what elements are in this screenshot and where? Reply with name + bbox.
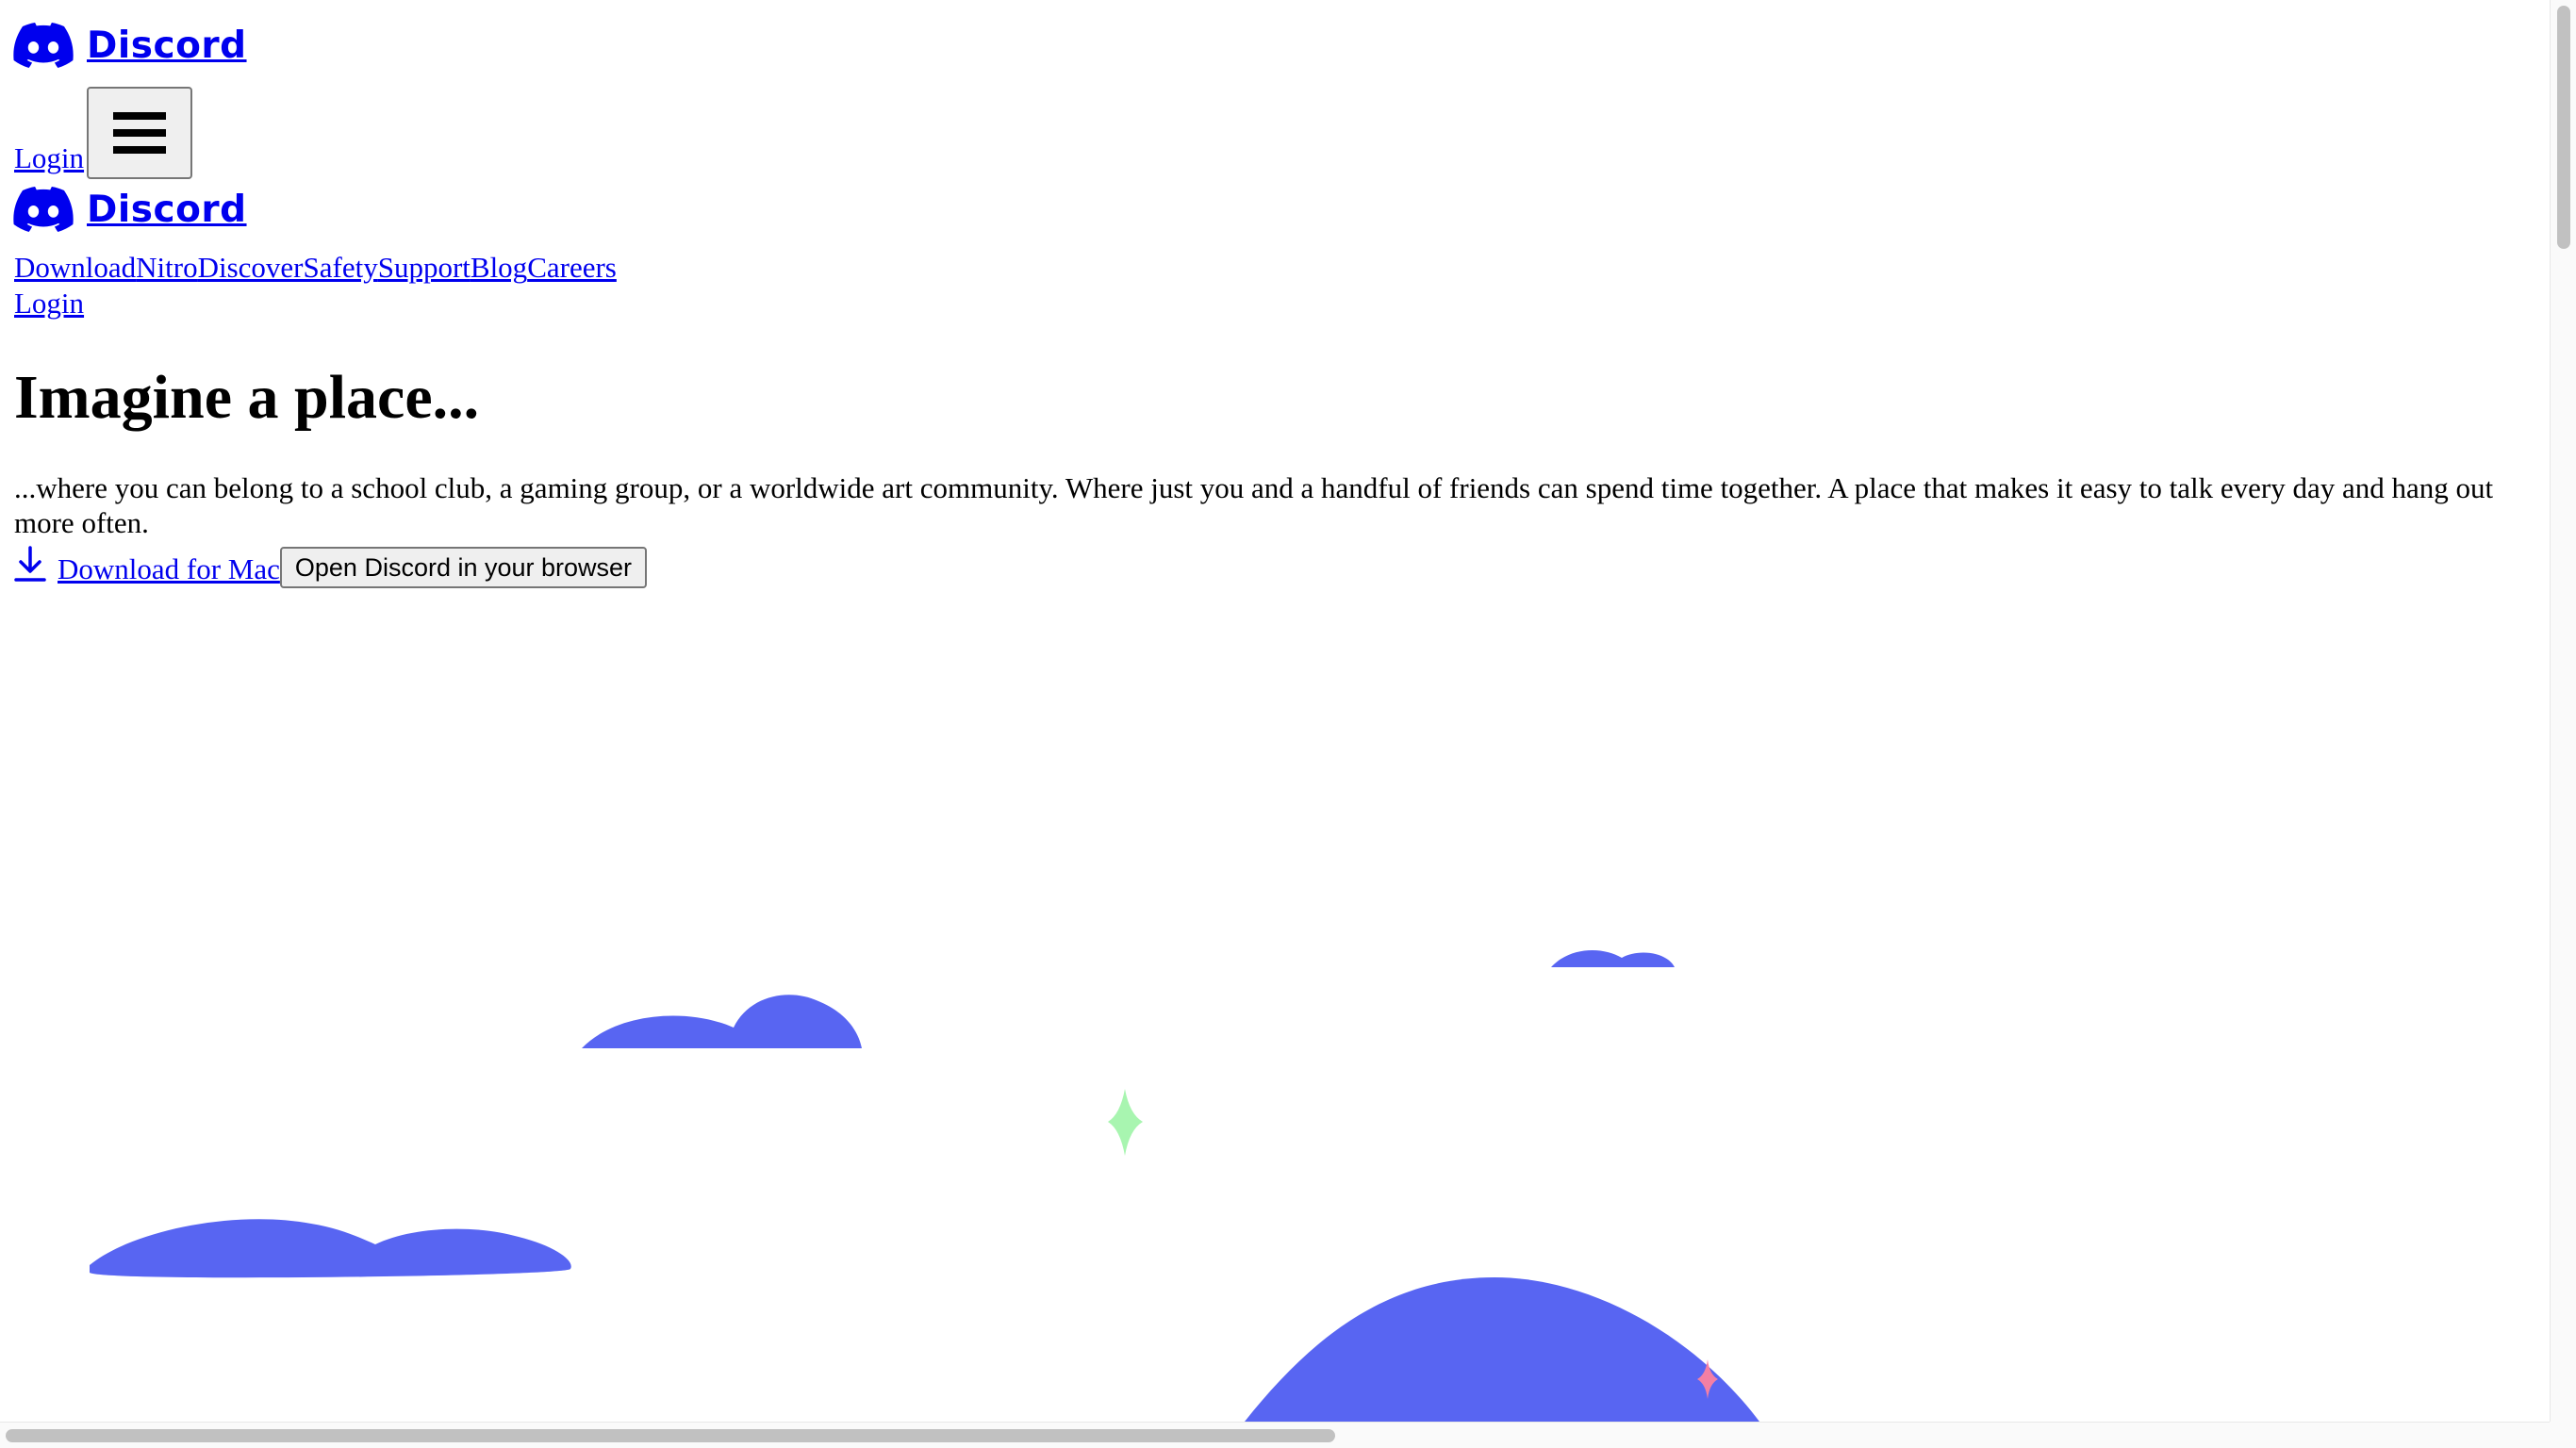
horizontal-scrollbar-thumb[interactable] <box>6 1429 1335 1442</box>
cloud-large <box>90 1219 571 1278</box>
browser-page: Discord Login Discord Download Nitro Dis… <box>0 0 2576 1448</box>
vertical-scrollbar-thumb[interactable] <box>2557 6 2570 249</box>
cloud-small <box>1551 949 1675 967</box>
horizontal-scrollbar[interactable] <box>0 1422 2550 1448</box>
hill-shape <box>1245 1277 1759 1422</box>
page-viewport: Discord Login Discord Download Nitro Dis… <box>0 0 2550 1422</box>
cloud-medium <box>582 995 862 1048</box>
vertical-scrollbar[interactable] <box>2550 0 2576 1422</box>
sparkle-green-icon <box>1108 1089 1143 1156</box>
scrollbar-corner <box>2550 1422 2576 1448</box>
hero-illustration <box>90 949 1759 1422</box>
